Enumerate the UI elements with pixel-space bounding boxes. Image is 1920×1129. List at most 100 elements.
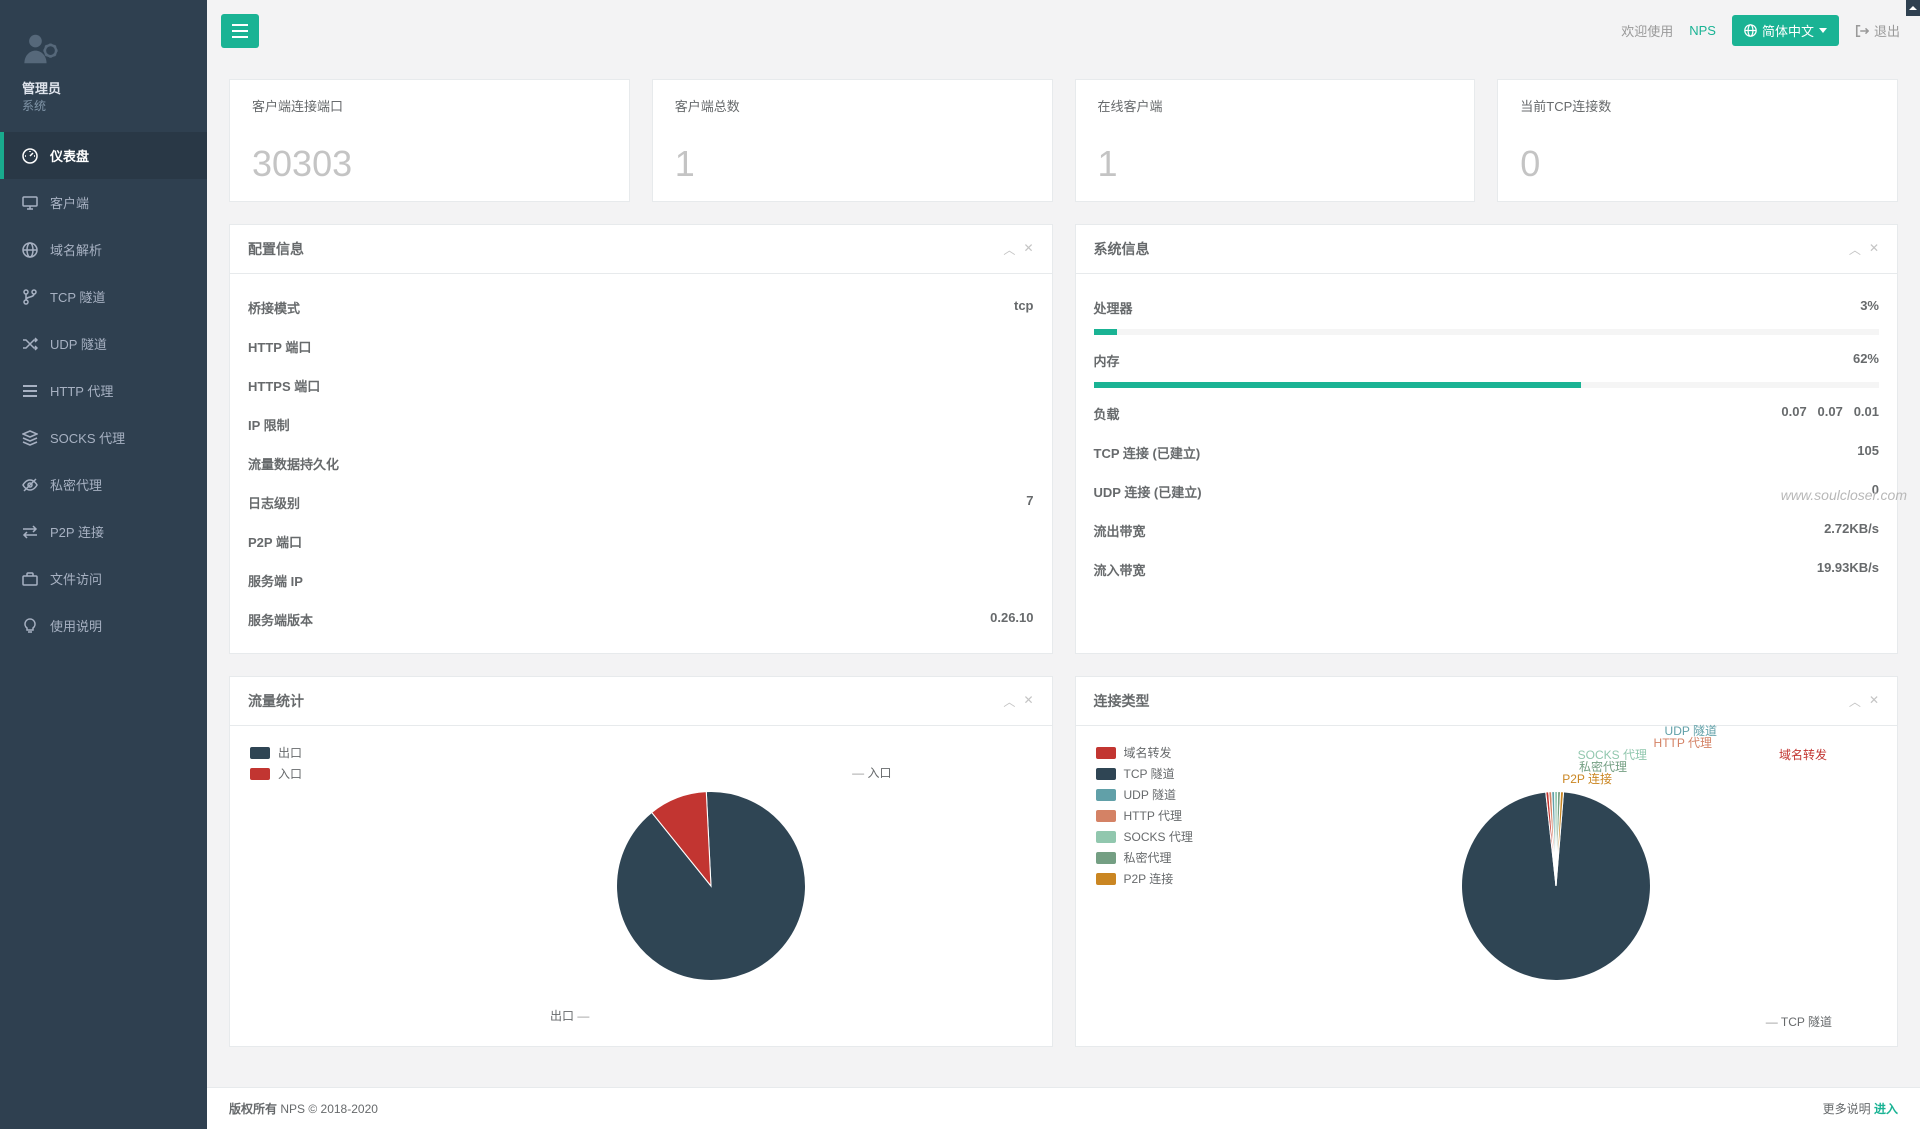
- globe-icon: [1744, 24, 1757, 37]
- legend-swatch: [250, 747, 270, 759]
- config-key: P2P 端口: [248, 532, 302, 551]
- legend-label: HTTP 代理: [1124, 807, 1182, 824]
- caret-down-icon: [1819, 28, 1827, 33]
- collapse-icon[interactable]: ︿: [1003, 241, 1015, 258]
- legend-label: 出口: [278, 744, 302, 761]
- avatar-icon: [22, 30, 60, 68]
- legend-item[interactable]: 私密代理: [1096, 847, 1226, 868]
- stat-value: 1: [1098, 143, 1453, 185]
- nav-item-5[interactable]: HTTP 代理: [0, 367, 207, 414]
- config-row: 流量数据持久化: [248, 444, 1034, 483]
- close-icon[interactable]: ✕: [1869, 693, 1879, 710]
- topbar: 欢迎使用 NPS 简体中文 退出: [207, 0, 1920, 61]
- close-icon[interactable]: ✕: [1023, 241, 1033, 258]
- config-row: HTTP 端口: [248, 327, 1034, 366]
- config-panel: 配置信息 ︿✕ 桥接模式tcpHTTP 端口HTTPS 端口IP 限制流量数据持…: [229, 224, 1053, 654]
- nav-item-7[interactable]: 私密代理: [0, 461, 207, 508]
- shuffle-icon: [22, 336, 38, 352]
- nav-item-label: TCP 隧道: [50, 287, 105, 306]
- config-key: HTTP 端口: [248, 337, 311, 356]
- nav-item-label: SOCKS 代理: [50, 428, 125, 447]
- cpu-bar: [1094, 329, 1880, 335]
- stat-value: 0: [1520, 143, 1875, 185]
- dashboard-icon: [22, 148, 38, 164]
- brand-link[interactable]: NPS: [1689, 23, 1716, 38]
- pie-label-tcp: — TCP 隧道: [1766, 1013, 1832, 1030]
- legend-swatch: [1096, 747, 1116, 759]
- bulb-icon: [22, 618, 38, 634]
- nav-item-2[interactable]: 域名解析: [0, 226, 207, 273]
- legend-swatch: [1096, 852, 1116, 864]
- footer-enter-link[interactable]: 进入: [1874, 1102, 1898, 1116]
- nav-item-3[interactable]: TCP 隧道: [0, 273, 207, 320]
- traffic-panel-title: 流量统计: [248, 691, 304, 711]
- scroll-top-button[interactable]: [1906, 0, 1920, 16]
- config-row: 服务端版本0.26.10: [248, 600, 1034, 639]
- legend-item[interactable]: 入口: [250, 763, 380, 784]
- logout-icon: [1855, 24, 1869, 38]
- footer-more-text: 更多说明: [1823, 1102, 1874, 1116]
- nav-list: 仪表盘客户端域名解析 TCP 隧道 UDP 隧道 HTTP 代理 SOCKS 代理私密代…: [0, 132, 207, 649]
- pie-label-in: — 入口: [852, 764, 891, 781]
- list-icon: [22, 383, 38, 399]
- eyeoff-icon: [22, 477, 38, 493]
- language-label: 简体中文: [1762, 21, 1814, 40]
- close-icon[interactable]: ✕: [1023, 693, 1033, 710]
- collapse-icon[interactable]: ︿: [1849, 241, 1861, 258]
- legend-swatch: [1096, 768, 1116, 780]
- config-row: 服务端 IP: [248, 561, 1034, 600]
- traffic-panel: 流量统计 ︿ ✕ 出口入口 — 入口 出口 —: [229, 676, 1053, 1047]
- legend-item[interactable]: 域名转发: [1096, 742, 1226, 763]
- config-key: 服务端 IP: [248, 571, 303, 590]
- nav-item-label: UDP 隧道: [50, 334, 107, 353]
- stat-card-1: 客户端总数1: [652, 79, 1053, 202]
- legend-item[interactable]: 出口: [250, 742, 380, 763]
- pie-label-udp: UDP 隧道: [1665, 722, 1717, 739]
- config-key: HTTPS 端口: [248, 376, 320, 395]
- stat-value: 30303: [252, 143, 607, 185]
- profile-block: 管理员 系统: [0, 0, 207, 132]
- traffic-pie-chart: — 入口 出口 —: [380, 736, 1042, 1036]
- collapse-icon[interactable]: ︿: [1003, 693, 1015, 710]
- system-row: TCP 连接 (已建立)105: [1094, 433, 1880, 472]
- stat-card-2: 在线客户端 1: [1075, 79, 1476, 202]
- legend-item[interactable]: SOCKS 代理: [1096, 826, 1226, 847]
- nav-item-label: P2P 连接: [50, 522, 104, 541]
- legend-item[interactable]: UDP 隧道: [1096, 784, 1226, 805]
- logout-button[interactable]: 退出: [1855, 21, 1900, 40]
- mem-row: 内存62%: [1094, 341, 1880, 380]
- language-button[interactable]: 简体中文: [1732, 15, 1839, 46]
- pie-label-domain: 域名转发: [1779, 746, 1827, 763]
- system-row: 流出带宽2.72KB/s: [1094, 511, 1880, 550]
- close-icon[interactable]: ✕: [1869, 241, 1879, 258]
- conn-pie-chart: 域名转发 HTTP 代理 UDP 隧道 SOCKS 代理 私密代理 P2P 连接…: [1226, 736, 1888, 1036]
- nav-item-0[interactable]: 仪表盘: [0, 132, 207, 179]
- legend-item[interactable]: HTTP 代理: [1096, 805, 1226, 826]
- legend-item[interactable]: P2P 连接: [1096, 868, 1226, 889]
- cpu-row: 处理器3%: [1094, 288, 1880, 327]
- config-row: IP 限制: [248, 405, 1034, 444]
- nav-item-10[interactable]: 使用说明: [0, 602, 207, 649]
- stat-label: 客户端连接端口: [252, 96, 607, 115]
- pie-label-p2p: P2P 连接: [1562, 770, 1612, 787]
- nav-item-1[interactable]: 客户端: [0, 179, 207, 226]
- toggle-sidebar-button[interactable]: [221, 14, 259, 48]
- nav-item-9[interactable]: 文件访问: [0, 555, 207, 602]
- nav-item-4[interactable]: UDP 隧道: [0, 320, 207, 367]
- nav-item-label: HTTP 代理: [50, 381, 113, 400]
- nav-item-label: 域名解析: [50, 240, 102, 259]
- nav-item-8[interactable]: P2P 连接: [0, 508, 207, 555]
- system-row: 流入带宽19.93KB/s: [1094, 550, 1880, 589]
- stat-label: 在线客户端: [1098, 96, 1453, 115]
- globe-icon: [22, 242, 38, 258]
- collapse-icon[interactable]: ︿: [1849, 693, 1861, 710]
- legend-swatch: [1096, 789, 1116, 801]
- system-row: UDP 连接 (已建立)0: [1094, 472, 1880, 511]
- stat-label: 当前TCP连接数: [1520, 96, 1875, 115]
- legend-label: UDP 隧道: [1124, 786, 1176, 803]
- nav-item-6[interactable]: SOCKS 代理: [0, 414, 207, 461]
- legend-item[interactable]: TCP 隧道: [1096, 763, 1226, 784]
- stat-card-3: 当前TCP连接数 0: [1497, 79, 1898, 202]
- conn-panel-title: 连接类型: [1094, 691, 1150, 711]
- branch-icon: [22, 289, 38, 305]
